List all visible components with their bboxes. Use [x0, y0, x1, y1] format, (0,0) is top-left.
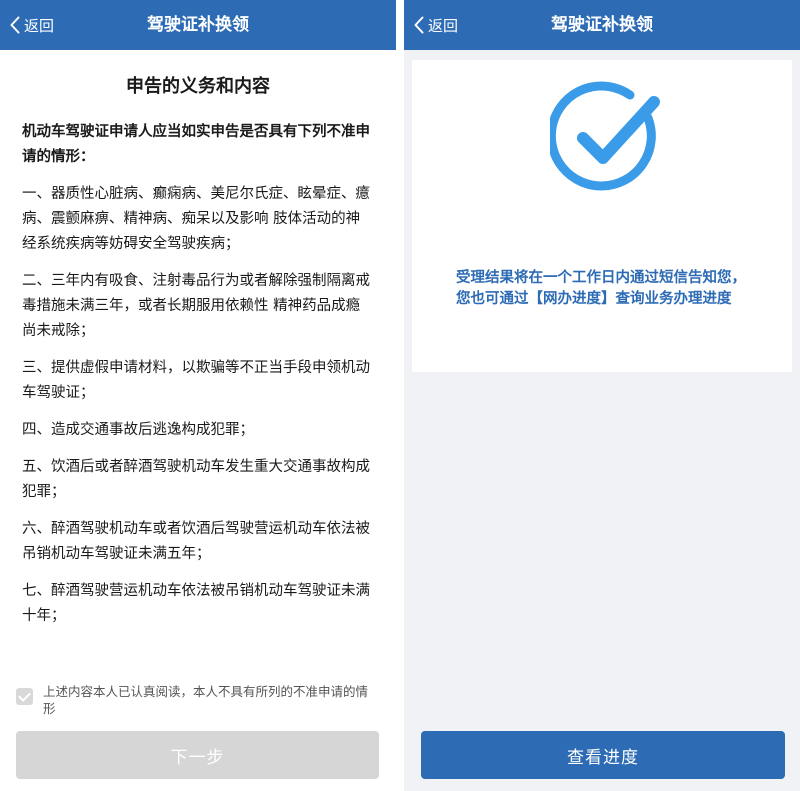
- back-label: 返回: [24, 16, 55, 35]
- view-progress-button[interactable]: 查看进度: [421, 731, 785, 779]
- declaration-item: 四、造成交通事故后逃逸构成犯罪；: [22, 422, 254, 438]
- result-screen: 返回 驾驶证补换领 受理结果将在一个工作日内通过短信告知您，您也可通过【网办进度…: [404, 0, 800, 791]
- declaration-item: 七、醉酒驾驶营运机动车依法被吊销机动车驾驶证未满十年；: [22, 583, 370, 624]
- back-button[interactable]: 返回: [10, 0, 54, 50]
- declaration-intro: 机动车驾驶证申请人应当如实申告是否具有下列不准申请的情形：: [22, 124, 370, 165]
- declaration-item: 二、三年内有吸食、注射毒品行为或者解除强制隔离戒毒措施未满三年，或者长期服用依赖…: [22, 273, 370, 339]
- navbar: 返回 驾驶证补换领: [404, 0, 800, 50]
- result-card: 受理结果将在一个工作日内通过短信告知您，您也可通过【网办进度】查询业务办理进度: [412, 60, 792, 372]
- declaration-item: 三、提供虚假申请材料，以欺骗等不正当手段申领机动车驾驶证；: [22, 360, 370, 401]
- back-label: 返回: [428, 16, 459, 35]
- page-title: 驾驶证补换领: [147, 15, 249, 35]
- result-message: 受理结果将在一个工作日内通过短信告知您，您也可通过【网办进度】查询业务办理进度: [456, 270, 746, 307]
- back-button[interactable]: 返回: [414, 0, 458, 50]
- declaration-item: 一、器质性心脏病、癫痫病、美尼尔氏症、眩晕症、癔病、震颤麻痹、精神病、痴呆以及影…: [22, 186, 370, 252]
- declaration-item: 五、饮酒后或者醉酒驾驶机动车发生重大交通事故构成犯罪；: [22, 459, 370, 500]
- declaration-item: 六、醉酒驾驶机动车或者饮酒后驾驶营运机动车依法被吊销机动车驾驶证未满五年；: [22, 521, 370, 562]
- declaration-title: 申告的义务和内容: [126, 76, 270, 97]
- page-title: 驾驶证补换领: [551, 15, 653, 35]
- agree-row: 上述内容本人已认真阅读，本人不具有所列的不准申请的情形: [16, 683, 376, 717]
- chevron-left-icon: [414, 16, 424, 34]
- declaration-content: 申告的义务和内容 机动车驾驶证申请人应当如实申告是否具有下列不准申请的情形： 一…: [0, 72, 396, 629]
- agree-label: 上述内容本人已认真阅读，本人不具有所列的不准申请的情形: [43, 684, 369, 716]
- next-step-button[interactable]: 下一步: [16, 731, 379, 779]
- success-check-icon: [546, 78, 668, 196]
- chevron-left-icon: [10, 16, 20, 34]
- agree-checkbox[interactable]: [16, 688, 33, 705]
- declaration-screen: 返回 驾驶证补换领 申告的义务和内容 机动车驾驶证申请人应当如实申告是否具有下列…: [0, 0, 396, 791]
- navbar: 返回 驾驶证补换领: [0, 0, 396, 50]
